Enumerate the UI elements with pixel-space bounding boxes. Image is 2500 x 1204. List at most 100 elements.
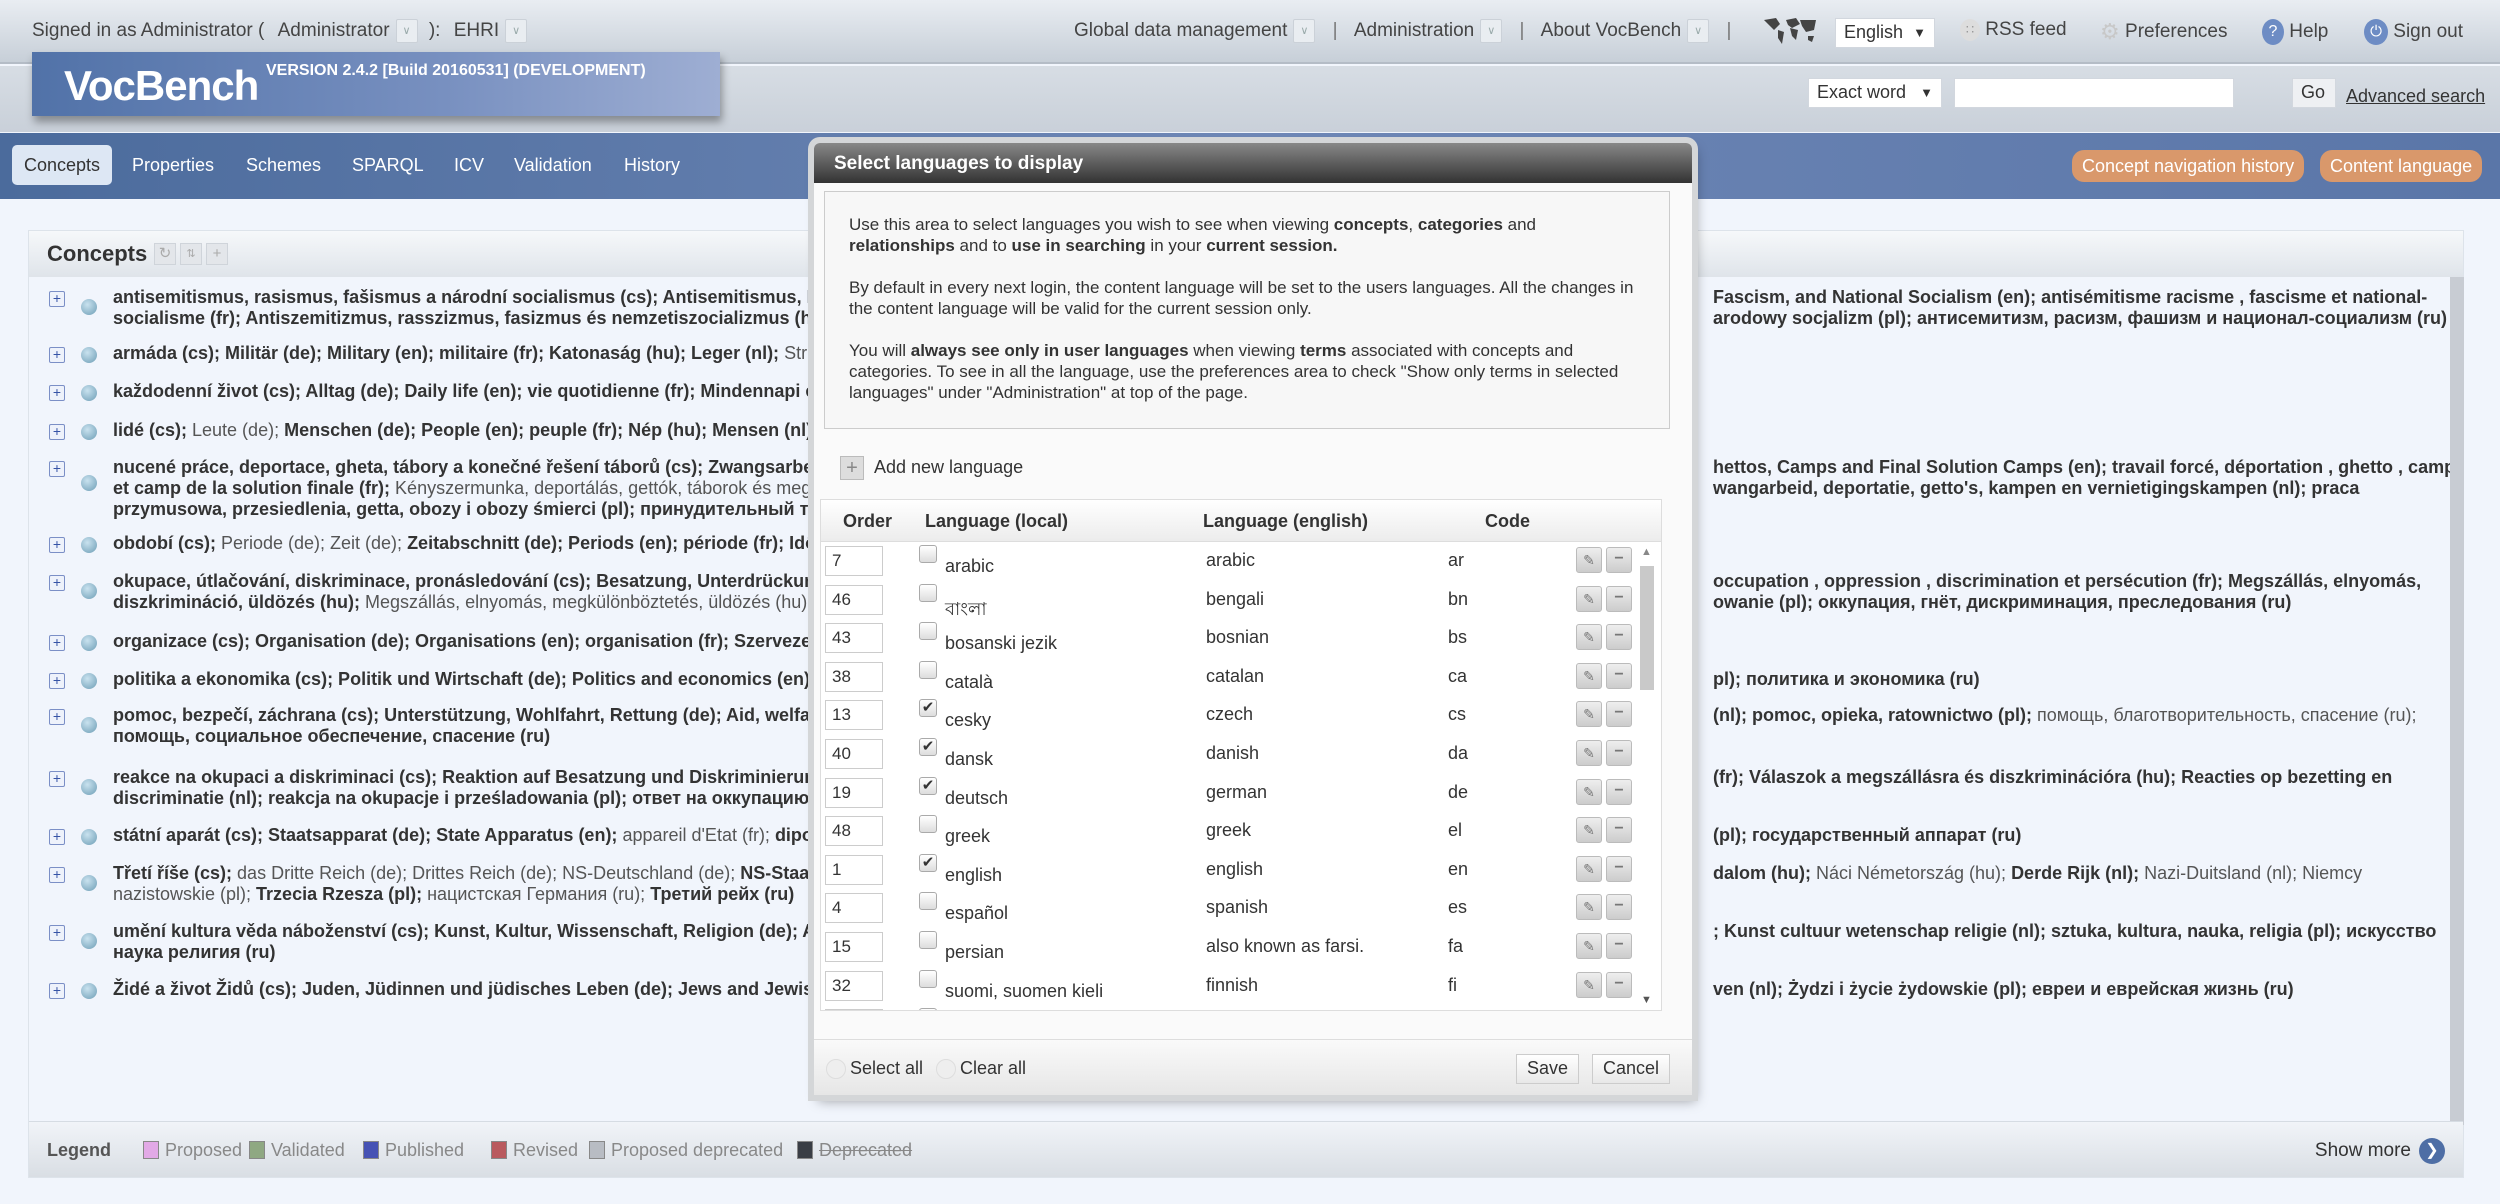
concept-list-scrollbar[interactable] xyxy=(2450,277,2464,1125)
edit-pencil-icon[interactable]: ✎ xyxy=(1576,817,1602,844)
language-checkbox[interactable]: ✔ xyxy=(919,738,937,756)
order-input[interactable] xyxy=(825,623,883,654)
tab-properties[interactable]: Properties xyxy=(120,145,226,185)
sign-out-link[interactable]: ⏻ Sign out xyxy=(2364,19,2463,45)
edit-pencil-icon[interactable]: ✎ xyxy=(1576,662,1602,689)
show-more-button[interactable]: Show more ❯ xyxy=(2315,1138,2445,1164)
expand-icon[interactable]: + xyxy=(49,424,65,440)
tab-schemes[interactable]: Schemes xyxy=(234,145,333,185)
remove-minus-icon[interactable]: − xyxy=(1606,933,1632,959)
expand-icon[interactable]: + xyxy=(49,461,65,477)
content-language-button[interactable]: Content language xyxy=(2320,150,2483,182)
menu-global-data-management[interactable]: Global data management ∨ xyxy=(1074,19,1316,43)
menu-administration[interactable]: Administration ∨ xyxy=(1354,19,1503,43)
tab-validation[interactable]: Validation xyxy=(502,145,604,185)
project-dropdown[interactable]: ∨ xyxy=(505,19,528,43)
scrollbar-thumb[interactable] xyxy=(1640,566,1654,690)
remove-minus-icon[interactable]: − xyxy=(1606,740,1632,766)
tab-sparql[interactable]: SPARQL xyxy=(340,145,436,185)
expand-icon[interactable]: + xyxy=(49,829,65,845)
order-input[interactable] xyxy=(825,893,883,924)
language-checkbox[interactable] xyxy=(919,1008,937,1010)
expand-icon[interactable]: + xyxy=(49,867,65,883)
language-checkbox[interactable] xyxy=(919,583,937,602)
remove-minus-icon[interactable]: − xyxy=(1606,701,1632,728)
cancel-button[interactable]: Cancel xyxy=(1592,1054,1671,1084)
menu-about-vocbench[interactable]: About VocBench ∨ xyxy=(1541,19,1710,43)
remove-minus-icon[interactable]: − xyxy=(1606,624,1632,651)
sort-icon[interactable]: ⇅ xyxy=(180,243,202,265)
edit-pencil-icon[interactable]: ✎ xyxy=(1576,701,1602,728)
expand-icon[interactable]: + xyxy=(49,709,65,725)
remove-minus-icon[interactable]: − xyxy=(1606,547,1632,573)
preferences-link[interactable]: ⚙ Preferences xyxy=(2100,19,2227,45)
language-checkbox[interactable] xyxy=(919,545,937,563)
expand-icon[interactable]: + xyxy=(49,673,65,689)
ui-language-select[interactable]: English ▼ xyxy=(1835,18,1935,48)
rss-feed-link[interactable]: ∷ RSS feed xyxy=(1960,19,2067,41)
expand-icon[interactable]: + xyxy=(49,347,65,363)
order-input[interactable] xyxy=(825,700,883,731)
expand-icon[interactable]: + xyxy=(49,925,65,941)
edit-pencil-icon[interactable]: ✎ xyxy=(1576,855,1602,882)
expand-icon[interactable]: + xyxy=(49,291,65,307)
edit-pencil-icon[interactable]: ✎ xyxy=(1576,971,1602,998)
scroll-down-arrow-icon[interactable]: ▼ xyxy=(1641,994,1652,1006)
order-input[interactable] xyxy=(825,970,883,1001)
remove-minus-icon[interactable]: − xyxy=(1606,778,1632,805)
remove-minus-icon[interactable]: − xyxy=(1606,894,1632,921)
language-checkbox[interactable] xyxy=(919,892,937,911)
language-checkbox[interactable]: ✔ xyxy=(919,699,937,718)
language-checkbox[interactable] xyxy=(919,622,937,641)
edit-pencil-icon[interactable]: ✎ xyxy=(1576,740,1602,766)
language-checkbox[interactable] xyxy=(919,931,937,949)
expand-icon[interactable]: + xyxy=(49,537,65,553)
language-checkbox[interactable] xyxy=(919,660,937,679)
edit-pencil-icon[interactable]: ✎ xyxy=(1576,585,1602,612)
edit-pencil-icon[interactable]: ✎ xyxy=(1576,624,1602,651)
clear-all-radio[interactable]: Clear all xyxy=(936,1058,1026,1080)
tab-concepts[interactable]: Concepts xyxy=(12,145,113,185)
remove-minus-icon[interactable]: − xyxy=(1606,971,1632,998)
concept-navigation-history-button[interactable]: Concept navigation history xyxy=(2072,150,2305,182)
languages-scrollbar[interactable]: ▲ ▼ xyxy=(1639,546,1655,1006)
search-go-button[interactable]: Go xyxy=(2292,78,2336,108)
search-input[interactable] xyxy=(1954,78,2234,108)
refresh-icon[interactable]: ↻ xyxy=(154,243,176,265)
save-button[interactable]: Save xyxy=(1516,1054,1580,1084)
role-dropdown[interactable]: ∨ xyxy=(395,19,418,43)
tab-icv[interactable]: ICV xyxy=(442,145,496,185)
help-link[interactable]: ? Help xyxy=(2262,19,2328,45)
edit-pencil-icon[interactable]: ✎ xyxy=(1576,894,1602,921)
remove-minus-icon[interactable]: − xyxy=(1606,855,1632,882)
order-input[interactable] xyxy=(825,661,883,692)
select-all-radio[interactable]: Select all xyxy=(826,1058,923,1080)
expand-icon[interactable]: + xyxy=(49,575,65,591)
edit-pencil-icon[interactable]: ✎ xyxy=(1576,547,1602,573)
edit-pencil-icon[interactable]: ✎ xyxy=(1576,933,1602,959)
edit-pencil-icon[interactable]: ✎ xyxy=(1576,778,1602,805)
expand-icon[interactable]: + xyxy=(49,635,65,651)
expand-icon[interactable]: + xyxy=(49,771,65,787)
order-input[interactable] xyxy=(825,816,883,847)
scroll-up-arrow-icon[interactable]: ▲ xyxy=(1641,546,1652,558)
order-input[interactable] xyxy=(825,1009,883,1010)
order-input[interactable] xyxy=(825,584,883,615)
expand-icon[interactable]: + xyxy=(49,385,65,401)
tab-history[interactable]: History xyxy=(612,145,692,185)
advanced-search-link[interactable]: Advanced search xyxy=(2346,86,2485,107)
add-concept-icon[interactable]: + xyxy=(206,243,228,265)
remove-minus-icon[interactable]: − xyxy=(1606,817,1632,844)
order-input[interactable] xyxy=(825,546,883,576)
search-mode-select[interactable]: Exact word ▼ xyxy=(1808,78,1942,108)
language-checkbox[interactable]: ✔ xyxy=(919,853,937,872)
language-checkbox[interactable]: ✔ xyxy=(919,776,937,795)
order-input[interactable] xyxy=(825,854,883,885)
language-checkbox[interactable] xyxy=(919,815,937,834)
add-new-language-button[interactable]: + Add new language xyxy=(840,456,1023,480)
remove-minus-icon[interactable]: − xyxy=(1606,585,1632,612)
expand-icon[interactable]: + xyxy=(49,983,65,999)
language-checkbox[interactable] xyxy=(919,969,937,988)
order-input[interactable] xyxy=(825,739,883,769)
remove-minus-icon[interactable]: − xyxy=(1606,662,1632,689)
